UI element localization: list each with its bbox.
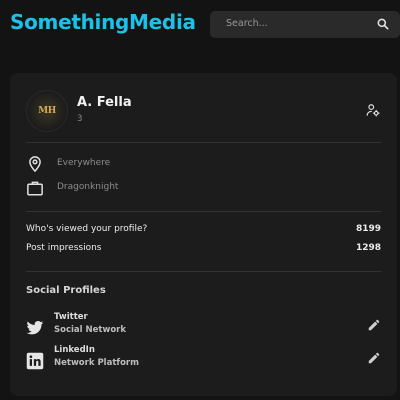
search-bar[interactable]: Search... (210, 11, 400, 38)
section-title: Social Profiles (26, 285, 106, 296)
stat-value: 1298 (355, 243, 381, 253)
profile-name: A. Fella (77, 95, 132, 110)
social-item-twitter[interactable]: Twitter Social Network (26, 312, 381, 342)
info-label: Dragonknight (57, 182, 119, 192)
briefcase-icon (27, 181, 43, 196)
brand-logo[interactable]: SomethingMedia (10, 10, 196, 34)
stat-row[interactable]: Post impressions 1298 (26, 243, 381, 257)
social-subtitle: Social Network (54, 325, 127, 335)
stat-value: 8199 (355, 224, 381, 234)
stat-label: Who's viewed your profile? (26, 224, 148, 234)
divider (26, 271, 381, 272)
linkedin-icon (26, 352, 44, 370)
divider (26, 211, 381, 212)
profile-card: MH A. Fella 3 Everywhere Dragonknight Wh… (10, 73, 397, 396)
social-subtitle: Network Platform (54, 358, 139, 368)
location-pin-icon (29, 156, 41, 173)
avatar-logo: MH (38, 106, 56, 116)
pencil-icon[interactable] (367, 318, 381, 332)
social-name: Twitter (54, 312, 88, 322)
twitter-icon (26, 320, 44, 335)
search-icon[interactable] (376, 17, 390, 31)
avatar[interactable]: MH (26, 90, 68, 132)
user-settings-icon[interactable] (366, 103, 380, 117)
info-label: Everywhere (57, 158, 111, 168)
stat-label: Post impressions (26, 243, 102, 253)
top-bar: SomethingMedia Search... (0, 0, 400, 50)
stat-row[interactable]: Who's viewed your profile? 8199 (26, 224, 381, 238)
social-name: LinkedIn (54, 345, 95, 355)
social-item-linkedin[interactable]: LinkedIn Network Platform (26, 345, 381, 375)
profile-subtitle: 3 (77, 114, 83, 124)
search-input[interactable]: Search... (226, 18, 268, 29)
pencil-icon[interactable] (367, 351, 381, 365)
divider (26, 142, 381, 143)
